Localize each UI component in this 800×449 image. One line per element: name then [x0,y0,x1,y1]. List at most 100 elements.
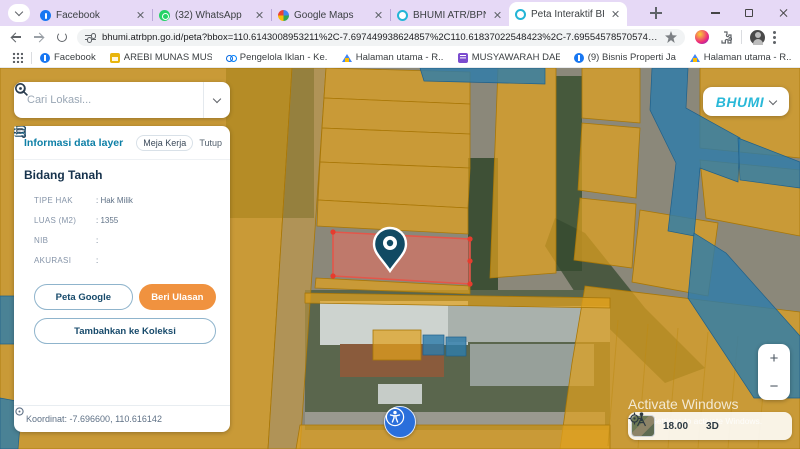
beri-ulasan-button[interactable]: Beri Ulasan [139,284,216,310]
panel-title: Informasi data layer [24,137,136,149]
bookmark-label: Pengelola Iklan - Ke... [240,52,328,63]
reload-button[interactable] [55,30,69,44]
tambahkan-label: Tambahkan ke Koleksi [74,326,176,337]
bhumi-brand-button[interactable]: BHUMI [703,87,789,116]
tab-bhumi[interactable]: BHUMI ATR/BPN [391,4,509,26]
section-title: Bidang Tanah [24,168,220,182]
tambahkan-ke-koleksi-button[interactable]: Tambahkan ke Koleksi [34,318,216,344]
whatsapp-favicon [159,10,170,21]
arebi-icon [110,53,120,63]
location-search-card [14,82,230,118]
browser-menu-icon[interactable] [773,31,776,44]
bookmarks-bar: Facebook AREBI MUNAS MUS... Pengelola Ik… [0,48,800,68]
bookmark-label: MUSYAWARAH DAE... [472,52,560,63]
tutup-close-button[interactable]: Tutup [199,138,222,148]
bookmarks-divider [31,52,32,64]
url-toolbar: bhumi.atrbpn.go.id/peta?bbox=110.6143008… [0,26,800,48]
profile-avatar[interactable] [750,30,765,45]
new-tab-button[interactable] [648,5,664,21]
tab-close-icon[interactable] [491,9,503,21]
search-input[interactable] [14,94,197,106]
chevron-down-icon [213,95,221,103]
attribute-fields: TIPE HAK : Hak Milik LUAS (M2) : 1355 NI… [14,182,230,265]
browser-window: { "browser": { "tabs": [ { "label": "Fac… [0,0,800,449]
accessibility-person-icon [385,407,405,427]
meja-kerja-label: Meja Kerja [143,138,186,148]
bookmark-halaman-utama-2[interactable]: Halaman utama - R... [690,52,792,63]
accessibility-button[interactable] [384,406,416,438]
tutup-label: Tutup [199,138,222,148]
zoom-controls: + − [758,344,790,400]
map-area: Activate Windows Go to Settings to activ… [0,68,800,449]
address-bar[interactable]: bhumi.atrbpn.go.id/peta?bbox=110.6143008… [77,29,685,46]
tab-close-icon[interactable] [372,9,384,21]
advanced-search-button[interactable] [204,98,230,102]
mode-3d-button[interactable]: 3D [706,421,719,432]
bookmark-label: Halaman utama - R... [704,52,792,63]
extensions-puzzle-icon[interactable] [719,31,732,44]
close-icon [778,8,788,18]
back-button[interactable] [9,30,23,44]
bookmark-arebi[interactable]: AREBI MUNAS MUS... [110,52,212,63]
zoom-in-button[interactable]: + [758,344,790,372]
bhumi-favicon [515,9,526,20]
tab-peta-interaktif-active[interactable]: Peta Interaktif BHUMI ATR/I [509,2,627,26]
tab-label: Peta Interaktif BHUMI ATR/I [531,9,604,20]
apps-grid-icon[interactable] [12,52,23,63]
field-row: NIB : [34,236,220,245]
tab-close-icon[interactable] [134,9,146,21]
bookmark-halaman-utama[interactable]: Halaman utama - R... [342,52,444,63]
coordinate-bar: Koordinat: -7.696600, 110.616142 [14,405,230,432]
site-settings-icon[interactable] [85,33,96,42]
compass-figure-icon[interactable] [636,412,647,427]
tab-google-maps[interactable]: Google Maps [272,4,390,26]
bhumi-logo: BHUMI [716,94,764,110]
bookmark-musyawarah[interactable]: MUSYAWARAH DAE... [458,52,560,63]
field-row: TIPE HAK : Hak Milik [34,196,220,205]
caret-logo-icon [342,53,352,63]
field-row: LUAS (M2) : 1355 [34,216,220,225]
facebook-icon [40,53,50,63]
tab-label: BHUMI ATR/BPN [413,10,486,21]
tab-close-icon[interactable] [253,9,265,21]
tab-close-icon[interactable] [609,8,621,20]
bookmark-pengelola-iklan[interactable]: Pengelola Iklan - Ke... [226,52,328,63]
toolbar-divider [741,30,742,44]
close-window-button[interactable] [766,0,800,26]
advanced-search-icon [14,82,29,97]
peta-google-button[interactable]: Peta Google [34,284,133,310]
bookmark-facebook[interactable]: Facebook [40,52,96,63]
zoom-out-button[interactable]: − [758,372,790,400]
tab-search-button[interactable] [8,4,30,22]
tab-label: Google Maps [294,10,367,21]
field-value: : Hak Milik [96,196,133,205]
tab-whatsapp[interactable]: (32) WhatsApp [153,4,271,26]
maximize-button[interactable] [732,0,766,26]
section-header: Bidang Tanah [14,160,230,182]
chevron-down-icon [769,96,777,104]
minimize-button[interactable] [698,0,732,26]
panel-header: Informasi data layer Meja Kerja Tutup [14,126,230,160]
url-text[interactable]: bhumi.atrbpn.go.id/peta?bbox=110.6143008… [102,32,659,43]
bookmark-bisnis-properti[interactable]: (9) Bisnis Properti Ja... [574,52,676,63]
field-label: AKURASI [34,256,96,265]
tab-strip: Facebook (32) WhatsApp Google Maps BHUMI… [0,0,800,26]
beri-ulasan-label: Beri Ulasan [151,292,203,303]
field-value: : 1355 [96,216,118,225]
bookmark-label: Facebook [54,52,96,63]
meta-icon [226,53,236,63]
bookmark-label: (9) Bisnis Properti Ja... [588,52,676,63]
facebook-icon [574,53,584,63]
extension-icon[interactable] [695,30,709,44]
meja-kerja-button[interactable]: Meja Kerja [136,135,193,151]
crosshair-icon [14,406,25,417]
bookmark-label: Halaman utama - R... [356,52,444,63]
bookmark-star-icon[interactable] [665,31,677,43]
field-label: TIPE HAK [34,196,96,205]
reload-icon [57,32,67,42]
peta-google-label: Peta Google [56,292,111,303]
tab-facebook[interactable]: Facebook [34,4,152,26]
field-label: NIB [34,236,96,245]
forward-button[interactable] [32,30,46,44]
map-status-bar: 18.00 3D [628,412,792,440]
